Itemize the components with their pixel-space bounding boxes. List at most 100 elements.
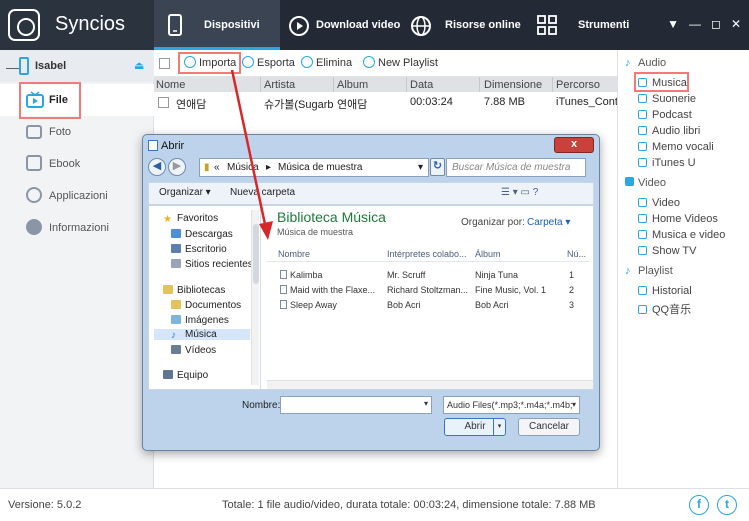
book-icon	[26, 155, 42, 171]
right-item-video[interactable]: Video	[638, 197, 680, 209]
export-icon	[242, 56, 254, 68]
file-type-value: Audio Files(*.mp3;*.m4a;*.m4b;	[447, 400, 573, 410]
tab-download-video[interactable]: Download video	[280, 0, 404, 50]
view-controls[interactable]: ☰ ▾ ▭ ?	[501, 187, 538, 198]
collapse-icon[interactable]: —	[6, 59, 20, 75]
organize-button[interactable]: Organizar ▾	[159, 187, 211, 198]
horizontal-scrollbar[interactable]	[267, 380, 593, 389]
right-item-memo-vocali[interactable]: Memo vocali	[638, 141, 714, 153]
tree-item-bibliotecas[interactable]: Bibliotecas	[163, 285, 225, 296]
column-header[interactable]: Intérpretes colabo...	[387, 249, 467, 259]
minimize-icon[interactable]: —	[689, 17, 701, 31]
address-row: ◀ ▶ ▮ « Música ▸ Música de muestra ▾ ↻ B…	[148, 157, 594, 179]
export-button[interactable]: Esporta	[242, 56, 295, 69]
search-input[interactable]: Buscar Música de muestra	[446, 158, 586, 177]
facebook-icon[interactable]: f	[689, 495, 709, 515]
twitter-icon[interactable]: t	[717, 495, 737, 515]
file-name: Sleep Away	[290, 300, 337, 310]
tree-item-favoritos[interactable]: ★ Favoritos	[163, 213, 218, 225]
bell-icon	[638, 94, 647, 103]
group-audio[interactable]: ♪ Audio	[625, 57, 666, 69]
path-segment[interactable]: Música	[227, 162, 259, 173]
right-item-historial[interactable]: Historial	[638, 285, 692, 297]
column-header[interactable]: Nome	[156, 79, 185, 91]
open-button[interactable]: Abrir ▾	[444, 418, 506, 436]
eject-icon[interactable]: ⏏	[134, 59, 144, 72]
open-split-dropdown-icon[interactable]: ▾	[493, 419, 505, 435]
column-header[interactable]: Nú...	[567, 249, 586, 259]
podcast-icon	[638, 110, 647, 119]
microphone-icon	[638, 142, 647, 151]
filename-input[interactable]: ▾	[280, 396, 432, 414]
sidebar-item-informazioni[interactable]: Informazioni	[0, 212, 154, 244]
right-item-label: Show TV	[652, 245, 697, 257]
organize-by-dropdown[interactable]: Carpeta ▾	[527, 217, 570, 228]
close-icon[interactable]: ✕	[731, 17, 741, 31]
column-header[interactable]: Percorso	[556, 79, 600, 91]
cancel-button[interactable]: Cancelar	[518, 418, 580, 436]
group-video[interactable]: Video	[625, 177, 666, 189]
row-checkbox[interactable]	[158, 97, 169, 108]
dialog-body: ★ Favoritos Descargas Escritorio Sitios r…	[148, 205, 594, 390]
sidebar-item-foto[interactable]: Foto	[0, 116, 154, 148]
new-folder-button[interactable]: Nueva carpeta	[230, 187, 295, 198]
sidebar-item-ebook[interactable]: Ebook	[0, 148, 154, 180]
column-header[interactable]: Álbum	[475, 249, 501, 259]
tree-scrollbar-thumb[interactable]	[253, 224, 259, 284]
tree-item-sitios-recientes[interactable]: Sitios recientes	[171, 259, 253, 270]
right-item-musica-video[interactable]: Musica e video	[638, 229, 725, 241]
group-playlist[interactable]: ♪ Playlist	[625, 265, 673, 277]
address-bar[interactable]: ▮ « Música ▸ Música de muestra ▾	[199, 158, 429, 177]
totals-text: Totale: 1 file audio/video, durata total…	[222, 499, 596, 511]
tree-item-escritorio[interactable]: Escritorio	[171, 244, 227, 255]
path-segment[interactable]: Música de muestra	[278, 162, 362, 173]
dialog-close-button[interactable]: x	[554, 137, 594, 153]
right-item-itunes-u[interactable]: iTunes U	[638, 157, 696, 169]
tab-dispositivi[interactable]: Dispositivi	[154, 0, 280, 50]
delete-button[interactable]: Elimina	[301, 56, 352, 69]
file-type-dropdown-icon[interactable]: ▾	[571, 400, 576, 409]
column-header[interactable]: Data	[410, 79, 433, 91]
refresh-button[interactable]: ↻	[430, 158, 445, 176]
library-subtitle: Música de muestra	[277, 227, 354, 237]
device-header[interactable]: — Isabel ⏏	[0, 50, 154, 82]
column-header[interactable]: Dimensione	[484, 79, 542, 91]
column-header[interactable]: Artista	[264, 79, 295, 91]
column-header[interactable]: Album	[337, 79, 368, 91]
right-item-show-tv[interactable]: Show TV	[638, 245, 696, 257]
music-video-icon	[638, 230, 647, 239]
right-item-audio-libri[interactable]: Audio libri	[638, 125, 700, 137]
right-item-podcast[interactable]: Podcast	[638, 109, 692, 121]
sidebar-item-applicazioni[interactable]: Applicazioni	[0, 180, 154, 212]
tree-item-musica[interactable]: ♪ Música	[154, 329, 250, 341]
right-item-home-videos[interactable]: Home Videos	[638, 213, 718, 225]
column-header[interactable]: Nombre	[278, 249, 310, 259]
tree-item-equipo[interactable]: Equipo	[163, 370, 208, 384]
file-row[interactable]: Kalimba	[280, 270, 323, 280]
table-row[interactable]: 연애담 슈가볼(Sugarb... 연애담 00:03:24 7.88 MB i…	[154, 92, 617, 112]
right-item-suonerie[interactable]: Suonerie	[638, 93, 696, 105]
path-dropdown-icon[interactable]: ▾	[418, 162, 423, 173]
tree-scrollbar[interactable]	[251, 210, 259, 385]
tree-item-imagenes[interactable]: Imágenes	[171, 315, 229, 326]
menu-dropdown-icon[interactable]: ▼	[667, 17, 679, 31]
file-name: Maid with the Flaxe...	[290, 285, 376, 295]
filename-dropdown-icon[interactable]: ▾	[424, 399, 428, 408]
file-row[interactable]: Sleep Away	[280, 300, 337, 310]
select-all-checkbox[interactable]	[159, 58, 170, 69]
tree-item-videos[interactable]: Vídeos	[171, 345, 216, 356]
forward-button[interactable]: ▶	[168, 158, 186, 176]
right-item-qq[interactable]: QQ音乐	[638, 301, 691, 317]
tab-risorse-online[interactable]: Risorse online	[404, 0, 526, 50]
cell-artist: 슈가볼(Sugarb...	[264, 99, 334, 111]
recent-places-icon	[171, 259, 181, 268]
maximize-icon[interactable]: ◻	[711, 17, 721, 31]
file-row[interactable]: Maid with the Flaxe...	[280, 285, 375, 295]
audio-file-icon	[280, 270, 287, 279]
back-button[interactable]: ◀	[148, 158, 166, 176]
tree-item-documentos[interactable]: Documentos	[171, 300, 241, 311]
tree-item-descargas[interactable]: Descargas	[171, 229, 233, 240]
file-type-select[interactable]: Audio Files(*.mp3;*.m4a;*.m4b; ▾	[443, 396, 580, 414]
tab-strumenti[interactable]: Strumenti	[526, 0, 659, 50]
new-playlist-button[interactable]: New Playlist	[363, 56, 438, 69]
